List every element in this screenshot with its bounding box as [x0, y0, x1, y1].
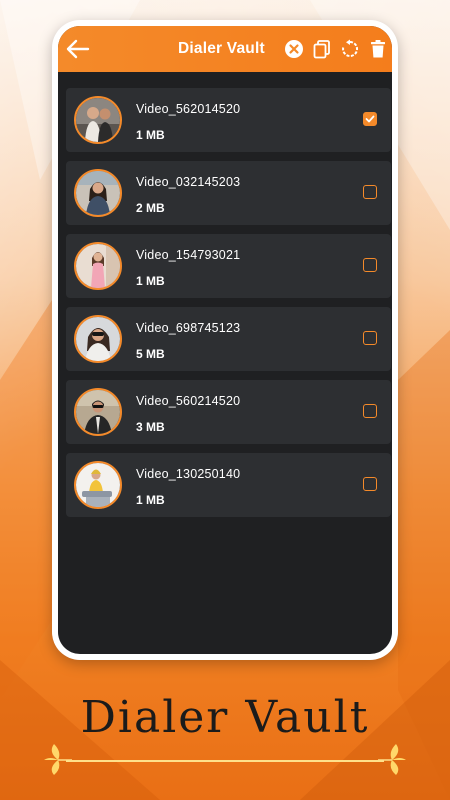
video-name: Video_154793021 — [136, 248, 241, 262]
list-item[interactable]: Video_154793021 1 MB — [66, 234, 391, 298]
video-thumbnail — [74, 242, 122, 290]
video-thumbnail — [74, 461, 122, 509]
close-icon[interactable] — [284, 39, 304, 59]
ornament-line — [66, 760, 384, 762]
video-name: Video_032145203 — [136, 175, 241, 189]
select-checkbox[interactable] — [363, 185, 377, 199]
video-name: Video_130250140 — [136, 467, 241, 481]
video-size: 1 MB — [136, 128, 165, 142]
video-name: Video_562014520 — [136, 102, 241, 116]
toolbar-title: Dialer Vault — [178, 40, 265, 57]
list-item[interactable]: Video_560214520 3 MB — [66, 380, 391, 444]
list-item[interactable]: Video_562014520 1 MB — [66, 88, 391, 152]
video-list: Video_562014520 1 MB Video_032145203 2 M… — [66, 88, 391, 526]
list-item[interactable]: Video_698745123 5 MB — [66, 307, 391, 371]
video-name: Video_698745123 — [136, 321, 241, 335]
select-checkbox[interactable] — [363, 404, 377, 418]
select-checkbox[interactable] — [363, 112, 377, 126]
banner-title: Dialer Vault — [80, 692, 370, 743]
video-name: Video_560214520 — [136, 394, 241, 408]
video-size: 1 MB — [136, 493, 165, 507]
video-size: 2 MB — [136, 201, 165, 215]
list-item[interactable]: Video_032145203 2 MB — [66, 161, 391, 225]
list-item[interactable]: Video_130250140 1 MB — [66, 453, 391, 517]
video-thumbnail — [74, 96, 122, 144]
select-checkbox[interactable] — [363, 477, 377, 491]
phone-frame: Dialer Vault Video_562014520 1 MB Video_… — [52, 20, 398, 660]
checkmark-icon — [365, 115, 375, 123]
app-screen: Dialer Vault Video_562014520 1 MB Video_… — [58, 26, 392, 654]
video-thumbnail — [74, 169, 122, 217]
video-size: 1 MB — [136, 274, 165, 288]
leaf-ornament-right-icon — [378, 744, 406, 775]
video-size: 3 MB — [136, 420, 165, 434]
video-thumbnail — [74, 315, 122, 363]
delete-icon[interactable] — [368, 39, 388, 59]
video-size: 5 MB — [136, 347, 165, 361]
copy-icon[interactable] — [312, 39, 332, 59]
restore-icon[interactable] — [340, 39, 360, 59]
leaf-ornament-left-icon — [44, 744, 72, 775]
back-arrow-icon[interactable] — [66, 38, 90, 60]
video-thumbnail — [74, 388, 122, 436]
select-checkbox[interactable] — [363, 331, 377, 345]
toolbar: Dialer Vault — [58, 26, 392, 72]
select-checkbox[interactable] — [363, 258, 377, 272]
